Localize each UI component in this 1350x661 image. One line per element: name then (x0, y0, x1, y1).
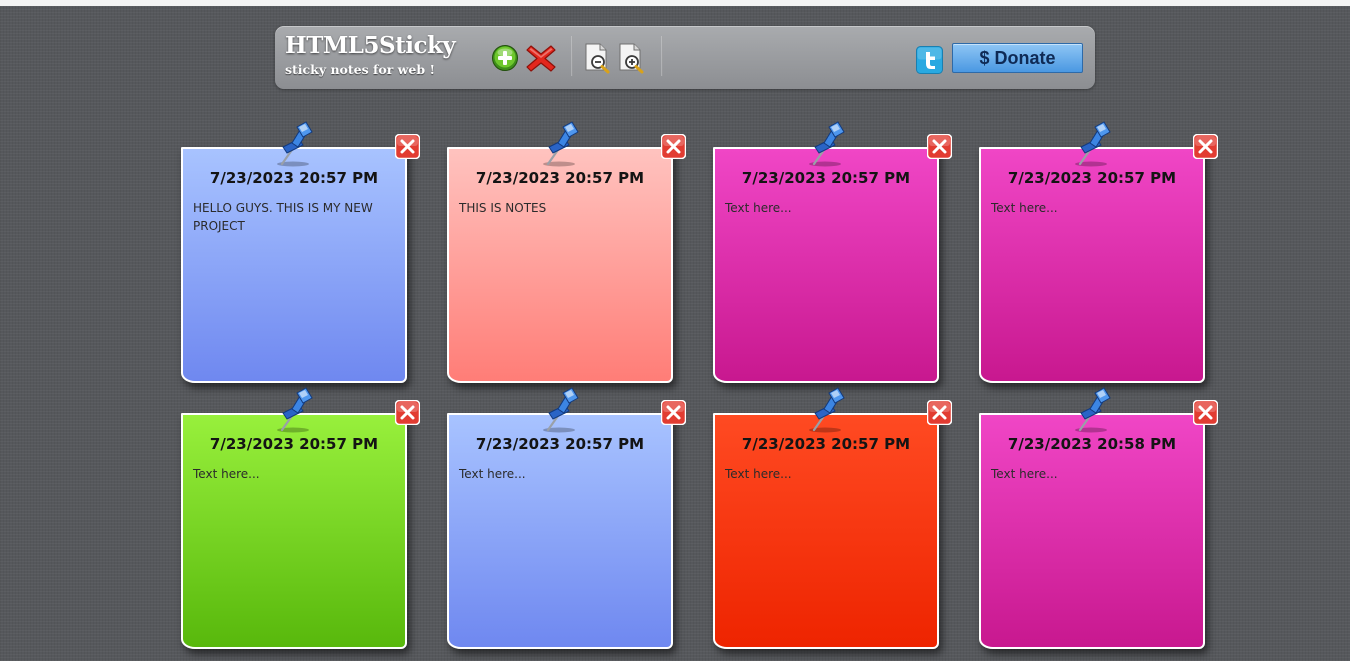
delete-all-icon (526, 45, 556, 72)
pushpin-icon (539, 387, 581, 433)
sticky-note[interactable]: 7/23/2023 20:57 PM Text here... (713, 387, 953, 651)
pushpin-icon (273, 387, 315, 433)
sticky-note[interactable]: 7/23/2023 20:57 PM Text here... (979, 121, 1219, 385)
close-icon[interactable] (926, 133, 953, 160)
zoom-in-button[interactable] (617, 42, 647, 74)
pushpin-icon (1071, 387, 1113, 433)
close-icon[interactable] (926, 399, 953, 426)
close-icon[interactable] (660, 133, 687, 160)
note-text-area[interactable]: Text here... (193, 465, 399, 635)
sticky-note[interactable]: 7/23/2023 20:57 PM Text here... (181, 387, 421, 651)
note-date: 7/23/2023 20:57 PM (741, 435, 911, 453)
note-text-area[interactable]: HELLO GUYS. THIS IS MY NEW PROJECT (193, 199, 399, 369)
zoom-out-icon (585, 43, 610, 74)
note-text-area[interactable]: Text here... (991, 199, 1197, 369)
pushpin-icon (273, 121, 315, 167)
note-text-area[interactable]: Text here... (725, 199, 931, 369)
delete-all-button[interactable] (525, 43, 557, 74)
note-text-area[interactable]: THIS IS NOTES (459, 199, 665, 369)
sticky-note[interactable]: 7/23/2023 20:58 PM Text here... (979, 387, 1219, 651)
pushpin-icon (805, 121, 847, 167)
close-icon[interactable] (1192, 399, 1219, 426)
note-text-area[interactable]: Text here... (991, 465, 1197, 635)
note-text-area[interactable]: Text here... (725, 465, 931, 635)
note-date: 7/23/2023 20:57 PM (475, 435, 645, 453)
sticky-note[interactable]: 7/23/2023 20:57 PM Text here... (447, 387, 687, 651)
sticky-note[interactable]: 7/23/2023 20:57 PM THIS IS NOTES (447, 121, 687, 385)
note-date: 7/23/2023 20:57 PM (209, 169, 379, 187)
zoom-out-button[interactable] (583, 42, 613, 74)
pushpin-icon (539, 121, 581, 167)
sticky-note[interactable]: 7/23/2023 20:57 PM HELLO GUYS. THIS IS MY… (181, 121, 421, 385)
twitter-button[interactable] (916, 46, 943, 74)
twitter-icon (916, 46, 943, 74)
add-note-button[interactable] (491, 44, 519, 72)
note-date: 7/23/2023 20:57 PM (741, 169, 911, 187)
note-date: 7/23/2023 20:58 PM (1007, 435, 1177, 453)
close-icon[interactable] (394, 399, 421, 426)
note-text-area[interactable]: Text here... (459, 465, 665, 635)
add-note-icon (492, 45, 518, 71)
note-date: 7/23/2023 20:57 PM (475, 169, 645, 187)
sticky-note[interactable]: 7/23/2023 20:57 PM Text here... (713, 121, 953, 385)
pushpin-icon (805, 387, 847, 433)
note-date: 7/23/2023 20:57 PM (1007, 169, 1177, 187)
toolbar-separator (571, 36, 573, 76)
note-date: 7/23/2023 20:57 PM (209, 435, 379, 453)
pushpin-icon (1071, 121, 1113, 167)
app-subtitle: sticky notes for web ! (285, 62, 435, 77)
app-title: HTML5Sticky (285, 32, 456, 59)
toolbar-separator (661, 36, 663, 76)
close-icon[interactable] (1192, 133, 1219, 160)
close-icon[interactable] (394, 133, 421, 160)
toolbar: HTML5Sticky sticky notes for web ! $ Don… (275, 26, 1095, 89)
donate-button[interactable]: $ Donate (952, 43, 1083, 73)
close-icon[interactable] (660, 399, 687, 426)
browser-top-strip (0, 0, 1350, 6)
zoom-in-icon (619, 43, 644, 74)
